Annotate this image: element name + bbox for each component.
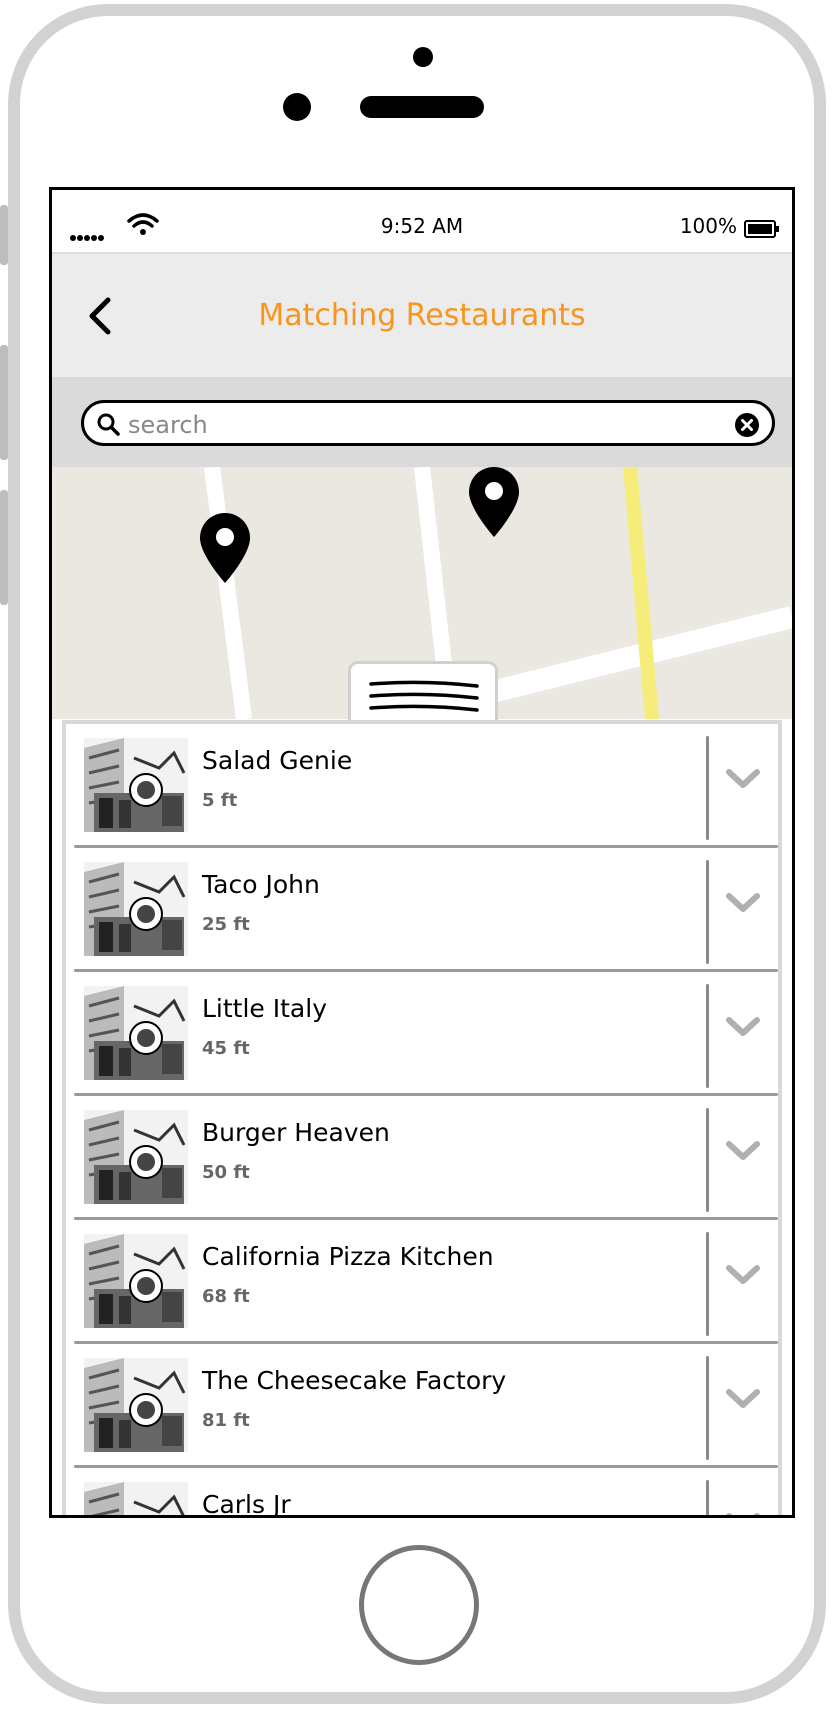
restaurant-thumbnail — [84, 1358, 188, 1452]
chevron-down-icon[interactable] — [726, 1512, 760, 1518]
restaurant-thumbnail — [84, 1110, 188, 1204]
list-item[interactable]: Taco John 25 ft — [66, 848, 778, 972]
row-separator — [706, 984, 709, 1088]
restaurant-name: The Cheesecake Factory — [202, 1366, 507, 1395]
search-icon — [97, 413, 120, 436]
restaurant-name: California Pizza Kitchen — [202, 1242, 494, 1271]
list-item[interactable]: Burger Heaven 50 ft — [66, 1096, 778, 1220]
chevron-down-icon[interactable] — [726, 1264, 760, 1286]
restaurant-distance: 5 ft — [202, 790, 238, 811]
list-item[interactable]: California Pizza Kitchen 68 ft — [66, 1220, 778, 1344]
restaurant-list[interactable]: Salad Genie 5 ft Taco John 25 ft Little Ital… — [62, 720, 782, 1518]
search-bar — [52, 377, 792, 467]
chevron-down-icon[interactable] — [726, 892, 760, 914]
hamburger-icon — [369, 680, 479, 712]
map-pin-icon[interactable] — [469, 467, 519, 537]
volume-down-button — [0, 490, 8, 605]
restaurant-distance: 45 ft — [202, 1038, 250, 1059]
earpiece-speaker — [360, 96, 484, 118]
restaurant-thumbnail — [84, 738, 188, 832]
search-field — [81, 400, 775, 446]
restaurant-distance: 68 ft — [202, 1286, 250, 1307]
navigation-bar: Matching Restaurants — [52, 254, 792, 377]
row-separator — [706, 1108, 709, 1212]
restaurant-name: Salad Genie — [202, 746, 353, 775]
status-bar: 9:52 AM 100% — [52, 190, 792, 254]
volume-up-button — [0, 345, 8, 460]
list-item[interactable]: The Cheesecake Factory 81 ft — [66, 1344, 778, 1468]
front-camera — [413, 47, 433, 67]
page-title: Matching Restaurants — [258, 298, 586, 333]
screen: 9:52 AM 100% Matching Restaurants search… — [49, 187, 795, 1518]
restaurant-thumbnail — [84, 986, 188, 1080]
proximity-sensor — [283, 93, 311, 121]
restaurant-name: Taco John — [202, 870, 320, 899]
chevron-down-icon[interactable] — [726, 1016, 760, 1038]
chevron-down-icon[interactable] — [726, 1388, 760, 1410]
list-item[interactable]: Little Italy 45 ft — [66, 972, 778, 1096]
chevron-down-icon[interactable] — [726, 1140, 760, 1162]
row-separator — [706, 736, 709, 840]
chevron-down-icon[interactable] — [726, 768, 760, 790]
map-pin-icon[interactable] — [200, 513, 250, 583]
restaurant-distance: 25 ft — [202, 914, 250, 935]
row-separator — [706, 1480, 709, 1515]
row-separator — [706, 1356, 709, 1460]
restaurant-thumbnail — [84, 862, 188, 956]
battery-percent: 100% — [679, 214, 737, 238]
home-button[interactable] — [359, 1545, 479, 1665]
restaurant-name: Carls Jr — [202, 1490, 291, 1518]
restaurant-thumbnail — [84, 1482, 188, 1515]
drawer-handle[interactable] — [348, 661, 498, 723]
row-separator — [706, 1232, 709, 1336]
mute-switch — [0, 205, 8, 265]
battery-icon — [744, 220, 779, 238]
row-separator — [706, 860, 709, 964]
search-input[interactable] — [126, 409, 690, 441]
restaurant-name: Little Italy — [202, 994, 327, 1023]
restaurant-thumbnail — [84, 1234, 188, 1328]
restaurant-name: Burger Heaven — [202, 1118, 390, 1147]
list-item[interactable]: Salad Genie 5 ft — [66, 724, 778, 848]
restaurant-distance: 81 ft — [202, 1410, 250, 1431]
list-item[interactable]: Carls Jr — [66, 1468, 778, 1518]
clear-search-icon[interactable] — [734, 412, 760, 438]
restaurant-distance: 50 ft — [202, 1162, 250, 1183]
